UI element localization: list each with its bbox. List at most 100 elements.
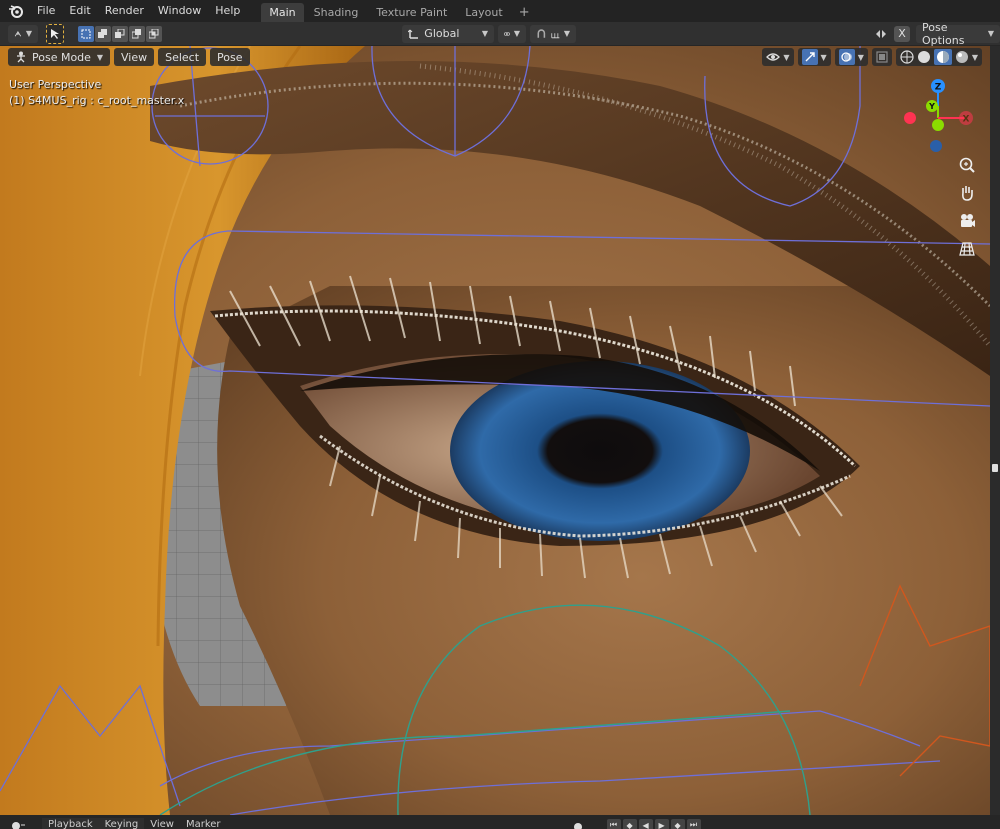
play-reverse-button[interactable]: ◀ xyxy=(638,819,653,829)
pose-options-dropdown[interactable]: Pose Options ▼ xyxy=(916,21,1000,47)
gizmo-x-label: X xyxy=(963,115,970,125)
chevron-down-icon: ▼ xyxy=(563,29,570,38)
sidebar-tab-icon[interactable] xyxy=(992,464,998,472)
view-menu[interactable]: View xyxy=(114,48,155,66)
overlays-dropdown[interactable]: ▼ xyxy=(834,48,868,66)
toggle-ortho-button[interactable] xyxy=(954,236,980,262)
gizmo-neg-x-axis[interactable] xyxy=(904,112,916,124)
select-extend-button[interactable] xyxy=(95,25,112,42)
viewport-shading-controls: ▼ ▼ ▼ ▼ xyxy=(762,48,982,66)
top-menu-bar: File Edit Render Window Help Main Shadin… xyxy=(0,0,1000,22)
select-tool-button[interactable] xyxy=(46,23,65,44)
hand-icon xyxy=(962,186,973,201)
menu-window[interactable]: Window xyxy=(151,0,208,22)
jump-keyframe-back-button[interactable]: ◆ xyxy=(622,819,637,829)
keyframe-back-icon: ◆ xyxy=(626,820,633,829)
tab-shading[interactable]: Shading xyxy=(306,3,367,22)
3d-viewport[interactable]: Pose Mode ▼ View Select Pose User Perspe… xyxy=(0,46,990,815)
menu-help[interactable]: Help xyxy=(208,0,247,22)
pose-options-label: Pose Options xyxy=(922,20,965,47)
playback-menu[interactable]: Playback xyxy=(42,818,99,829)
zoom-button[interactable] xyxy=(954,152,980,178)
pan-button[interactable] xyxy=(954,180,980,206)
jump-keyframe-forward-button[interactable]: ◆ xyxy=(670,819,685,829)
play-reverse-icon: ◀ xyxy=(642,820,649,829)
select-intersect-icon xyxy=(149,28,159,38)
select-menu[interactable]: Select xyxy=(158,48,207,66)
gizmo-dropdown[interactable]: ▼ xyxy=(797,48,831,66)
workspace-tabs: Main Shading Texture Paint Layout + xyxy=(261,0,535,22)
jump-start-button[interactable]: ⏮ xyxy=(606,819,621,829)
xray-toggle[interactable] xyxy=(871,48,892,66)
marker-menu[interactable]: Marker xyxy=(180,818,227,829)
jump-start-icon: ⏮ xyxy=(609,820,618,829)
chevron-down-icon: ▼ xyxy=(987,29,994,38)
interaction-mode-label: Pose Mode xyxy=(32,50,91,64)
rendered-shading-icon[interactable] xyxy=(955,50,969,64)
tab-main[interactable]: Main xyxy=(261,3,304,22)
gizmo-y-label: Y xyxy=(928,102,935,111)
timeline-editor-type-icon[interactable] xyxy=(10,819,32,829)
selection-mode-group xyxy=(78,25,163,42)
pose-x-mirror-icon[interactable] xyxy=(874,27,888,41)
eye-icon xyxy=(766,53,781,61)
interaction-mode-dropdown[interactable]: Pose Mode ▼ xyxy=(8,48,110,66)
zoom-magnifier-icon xyxy=(959,157,975,173)
wireframe-shading-icon[interactable] xyxy=(900,50,914,64)
jump-end-icon: ⏭ xyxy=(689,820,698,829)
pose-mode-icon xyxy=(17,51,25,63)
xray-icon xyxy=(876,51,888,63)
navigation-gizmo[interactable]: Z Y X xyxy=(896,76,980,160)
gizmo-z-label: Z xyxy=(935,83,942,93)
chevron-down-icon: ▼ xyxy=(783,52,790,62)
visibility-dropdown[interactable]: ▼ xyxy=(762,48,794,66)
gizmo-neg-z-axis[interactable] xyxy=(930,140,942,152)
select-intersect-button[interactable] xyxy=(146,25,163,42)
menu-render[interactable]: Render xyxy=(98,0,151,22)
tab-texture-paint[interactable]: Texture Paint xyxy=(368,3,455,22)
select-invert-button[interactable] xyxy=(129,25,146,42)
timeline-header: Playback Keying View Marker ⏮ ◆ ◀ ▶ ◆ ⏭ xyxy=(0,815,1000,829)
add-workspace-button[interactable]: + xyxy=(513,3,536,22)
tab-layout[interactable]: Layout xyxy=(457,3,510,22)
chevron-down-icon: ▼ xyxy=(25,29,32,38)
tool-header: ▼ Global ▼ ▼ ▼ X Pose Options ▼ xyxy=(0,21,1000,47)
overlays-icon xyxy=(838,49,855,65)
shading-mode-group: ▼ xyxy=(895,48,982,66)
jump-end-button[interactable]: ⏭ xyxy=(686,819,701,829)
keying-menu[interactable]: Keying xyxy=(98,818,145,829)
cursor-arrow-icon xyxy=(51,28,60,39)
timeline-view-menu[interactable]: View xyxy=(144,818,180,829)
sidebar-edge[interactable] xyxy=(990,46,1000,815)
menu-file[interactable]: File xyxy=(30,0,62,22)
transform-orientation-label: Global xyxy=(424,27,460,40)
gizmo-toggle-icon xyxy=(801,49,818,65)
solid-shading-icon[interactable] xyxy=(917,50,931,64)
select-subtract-button[interactable] xyxy=(112,25,129,42)
chevron-down-icon: ▼ xyxy=(971,52,978,62)
keyframe-forward-icon: ◆ xyxy=(674,820,681,829)
record-dot-icon xyxy=(573,823,582,829)
menu-edit[interactable]: Edit xyxy=(62,0,97,22)
viewport-render xyxy=(0,46,990,815)
play-button[interactable]: ▶ xyxy=(654,819,669,829)
snap-increment-icon xyxy=(551,32,560,38)
pivot-point-dropdown[interactable]: ▼ xyxy=(498,24,526,43)
record-button[interactable] xyxy=(571,819,585,829)
x-mirror-toggle[interactable]: X xyxy=(894,25,910,42)
snapping-dropdown[interactable]: ▼ xyxy=(530,24,576,43)
chevron-down-icon: ▼ xyxy=(513,29,520,38)
chevron-down-icon: ▼ xyxy=(96,52,103,62)
select-new-button[interactable] xyxy=(78,25,95,42)
camera-icon xyxy=(961,214,975,227)
snap-magnet-icon xyxy=(537,29,546,38)
orientation-global-icon xyxy=(408,29,419,39)
editor-type-dropdown[interactable]: ▼ xyxy=(8,24,38,43)
select-subtract-icon xyxy=(115,28,125,38)
transform-orientation-dropdown[interactable]: Global ▼ xyxy=(402,24,494,43)
blender-logo-icon[interactable] xyxy=(6,0,26,22)
material-shading-icon[interactable] xyxy=(933,49,952,65)
camera-view-button[interactable] xyxy=(954,208,980,234)
gizmo-neg-y-axis[interactable] xyxy=(932,119,944,131)
pose-menu[interactable]: Pose xyxy=(210,48,250,66)
